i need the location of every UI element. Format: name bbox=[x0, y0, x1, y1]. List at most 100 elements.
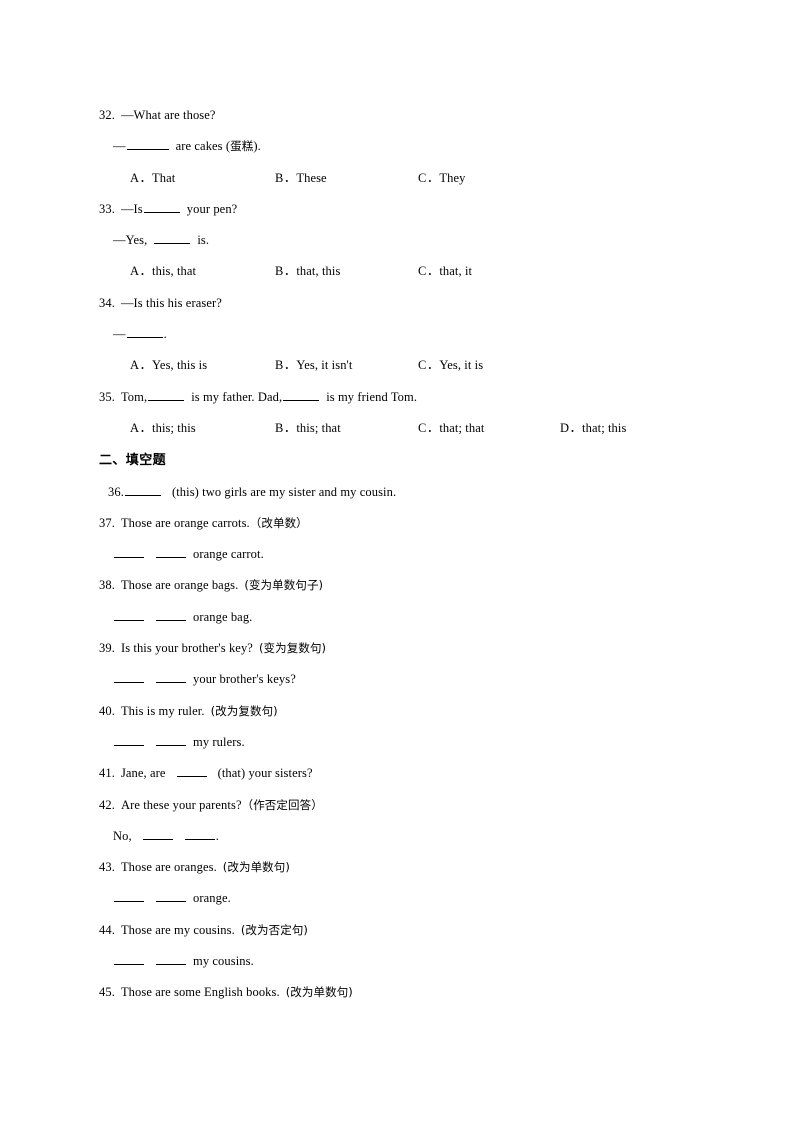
question-42-answer: No,. bbox=[99, 821, 719, 852]
question-36-number: 36. bbox=[108, 484, 124, 499]
answer-blank[interactable] bbox=[126, 138, 169, 151]
option-a[interactable]: A．Yes, this is bbox=[130, 350, 207, 381]
option-separator: ． bbox=[569, 420, 583, 435]
question-43-instruction: (改为单数句) bbox=[222, 860, 290, 875]
option-text: this, that bbox=[152, 264, 197, 279]
question-34-number: 34. bbox=[99, 295, 115, 310]
question-40-answer-tail: my rulers. bbox=[193, 734, 245, 749]
answer-blank[interactable] bbox=[156, 890, 186, 903]
question-34-stem: 34. —Is this his eraser? bbox=[99, 288, 719, 319]
section-two-heading-text: 二、填空题 bbox=[99, 453, 167, 469]
answer-blank[interactable] bbox=[148, 389, 185, 401]
question-37-prompt: 37. Those are orange carrots.（改单数） bbox=[99, 508, 719, 539]
option-a[interactable]: A．this, that bbox=[130, 256, 196, 287]
question-41-before: Jane, are bbox=[120, 766, 166, 781]
option-letter: B bbox=[275, 420, 284, 435]
option-text: that; this bbox=[582, 420, 627, 435]
question-39-number: 39. bbox=[99, 641, 115, 656]
answer-blank[interactable] bbox=[156, 609, 186, 621]
option-b[interactable]: B．this; that bbox=[275, 413, 341, 444]
question-32-dash: — bbox=[120, 108, 134, 122]
option-d[interactable]: D．that; this bbox=[560, 413, 626, 444]
option-letter: A bbox=[130, 264, 140, 279]
option-c[interactable]: C．They bbox=[418, 163, 465, 194]
question-38-instruction: (变为单数句子) bbox=[244, 578, 324, 593]
answer-blank[interactable] bbox=[114, 953, 144, 966]
answer-blank[interactable] bbox=[156, 953, 186, 966]
option-b[interactable]: B．Yes, it isn't bbox=[275, 350, 352, 381]
answer-blank[interactable] bbox=[142, 828, 173, 840]
question-38-number: 38. bbox=[99, 578, 115, 593]
question-38-answer-tail: orange bag. bbox=[193, 609, 253, 624]
question-44-prompt: 44. Those are my cousins. (改为否定句) bbox=[99, 915, 719, 946]
question-38-prompt: 38. Those are orange bags. (变为单数句子) bbox=[99, 570, 719, 601]
question-35-stem: 35. Tom, is my father. Dad, is my friend To… bbox=[99, 382, 719, 413]
question-35-part2: is my father. Dad, bbox=[191, 389, 283, 404]
question-45-number: 45. bbox=[99, 985, 115, 1000]
question-34-answer-end: . bbox=[163, 327, 167, 342]
worksheet-page: 32. —What are those? — are cakes (蛋糕). A．T… bbox=[0, 0, 794, 1123]
question-42-answer-end: . bbox=[215, 828, 219, 843]
option-c[interactable]: C．that, it bbox=[418, 256, 472, 287]
option-text: this; this bbox=[152, 420, 196, 435]
question-45-prompt: 45. Those are some English books. (改为单数句) bbox=[99, 977, 719, 1008]
question-35-options: A．this; this B．this; that C．that; that D… bbox=[99, 413, 719, 444]
option-separator: ． bbox=[139, 264, 153, 279]
answer-blank[interactable] bbox=[176, 765, 207, 778]
answer-blank[interactable] bbox=[156, 734, 186, 746]
question-32-answer: — are cakes (蛋糕). bbox=[99, 131, 719, 162]
answer-blank[interactable] bbox=[184, 828, 215, 840]
answer-blank[interactable] bbox=[156, 671, 186, 684]
option-text: Yes, it is bbox=[439, 358, 484, 373]
question-33-number: 33. bbox=[99, 201, 115, 216]
answer-blank[interactable] bbox=[124, 484, 161, 496]
option-separator: ． bbox=[426, 170, 440, 185]
option-letter: B bbox=[275, 264, 284, 279]
question-34-dash: — bbox=[120, 295, 134, 310]
question-41-after: (that) your sisters? bbox=[217, 766, 313, 781]
option-text: They bbox=[439, 170, 466, 185]
answer-blank[interactable] bbox=[156, 546, 186, 559]
option-letter: D bbox=[560, 420, 570, 435]
option-a[interactable]: A．this; this bbox=[130, 413, 196, 444]
question-39-prompt: 39. Is this your brother's key? (变为复数句) bbox=[99, 633, 719, 664]
option-separator: ． bbox=[139, 170, 153, 185]
option-c[interactable]: C．that; that bbox=[418, 413, 484, 444]
option-a[interactable]: A．That bbox=[130, 163, 175, 194]
question-44-answer-tail: my cousins. bbox=[193, 954, 254, 969]
option-b[interactable]: B．that, this bbox=[275, 256, 340, 287]
answer-blank[interactable] bbox=[143, 201, 180, 213]
question-42-answer-prefix: No, bbox=[113, 828, 132, 843]
option-c[interactable]: C．Yes, it is bbox=[418, 350, 483, 381]
question-35-part1: Tom, bbox=[120, 389, 148, 404]
question-34-stem-text: Is this his eraser? bbox=[133, 295, 222, 310]
question-33-options: A．this, that B．that, this C．that, it bbox=[99, 256, 719, 287]
question-32-gloss-cjk: 蛋糕 bbox=[230, 139, 254, 154]
question-43-number: 43. bbox=[99, 860, 115, 875]
question-36-text: (this) two girls are my sister and my co… bbox=[171, 484, 397, 499]
question-32-number: 32. bbox=[99, 108, 115, 122]
section-two-heading: 二、填空题 bbox=[99, 444, 719, 476]
option-separator: ． bbox=[139, 358, 153, 373]
question-37-answer: orange carrot. bbox=[99, 539, 719, 570]
answer-blank[interactable] bbox=[154, 232, 191, 245]
answer-blank[interactable] bbox=[283, 389, 320, 401]
option-text: that, it bbox=[439, 264, 473, 279]
question-45-text: Those are some English books. bbox=[120, 985, 280, 1000]
option-text: Yes, this is bbox=[152, 358, 208, 373]
answer-blank[interactable] bbox=[114, 546, 144, 559]
option-b[interactable]: B．These bbox=[275, 163, 327, 194]
question-33-stem: 33. —Is your pen? bbox=[99, 194, 719, 225]
answer-blank[interactable] bbox=[114, 609, 144, 621]
question-36: 36. (this) two girls are my sister and my… bbox=[99, 477, 719, 508]
question-41-number: 41. bbox=[99, 766, 115, 781]
question-44-answer: my cousins. bbox=[99, 946, 719, 977]
answer-blank[interactable] bbox=[126, 326, 163, 339]
answer-blank[interactable] bbox=[114, 734, 144, 746]
option-letter: B bbox=[275, 170, 284, 185]
option-letter: A bbox=[130, 358, 140, 373]
answer-blank[interactable] bbox=[114, 890, 144, 903]
answer-blank[interactable] bbox=[114, 671, 144, 684]
question-44-instruction: (改为否定句) bbox=[240, 922, 309, 937]
question-42-text: Are these your parents? bbox=[120, 797, 242, 812]
